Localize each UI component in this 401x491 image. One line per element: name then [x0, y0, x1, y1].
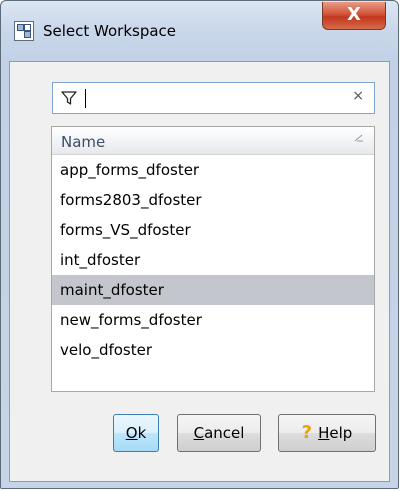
list-rows: app_forms_dfoster forms2803_dfoster forms_…: [52, 155, 374, 365]
dialog-content: × Name app_forms_dfoster forms2803_dfoste…: [9, 61, 390, 482]
workspace-list[interactable]: Name app_forms_dfoster forms2803_dfoster f…: [51, 126, 375, 392]
help-mnemonic: H: [318, 424, 330, 442]
ok-button[interactable]: Ok: [113, 414, 159, 452]
list-item[interactable]: forms2803_dfoster: [52, 185, 374, 215]
ok-label: k: [137, 424, 147, 442]
app-icon: [14, 21, 34, 41]
search-box[interactable]: ×: [52, 82, 375, 114]
ok-mnemonic: O: [125, 424, 138, 442]
close-button[interactable]: X: [322, 2, 386, 30]
clear-icon[interactable]: ×: [352, 88, 364, 104]
list-item[interactable]: int_dfoster: [52, 245, 374, 275]
cancel-mnemonic: C: [193, 424, 205, 442]
list-item[interactable]: maint_dfoster: [52, 275, 374, 305]
column-header-name[interactable]: Name: [52, 127, 374, 155]
window-title: Select Workspace: [43, 22, 177, 40]
list-item[interactable]: app_forms_dfoster: [52, 155, 374, 185]
column-header-label: Name: [61, 133, 106, 151]
close-icon: X: [347, 4, 361, 25]
list-item[interactable]: velo_dfoster: [52, 335, 374, 365]
list-item[interactable]: forms_VS_dfoster: [52, 215, 374, 245]
cancel-button[interactable]: Cancel: [177, 414, 261, 452]
cancel-label: ancel: [204, 424, 245, 442]
search-input[interactable]: [89, 86, 329, 110]
sort-ascending-icon: [354, 134, 363, 142]
help-icon: ?: [301, 422, 313, 443]
list-item[interactable]: new_forms_dfoster: [52, 305, 374, 335]
help-button[interactable]: ? Help: [278, 414, 376, 452]
title-bar[interactable]: Select Workspace X: [1, 1, 398, 61]
filter-icon: [61, 91, 77, 105]
dialog-window: Select Workspace X × Name app_forms_dfos…: [0, 0, 399, 489]
text-caret: [85, 89, 86, 108]
help-label: elp: [329, 424, 353, 442]
